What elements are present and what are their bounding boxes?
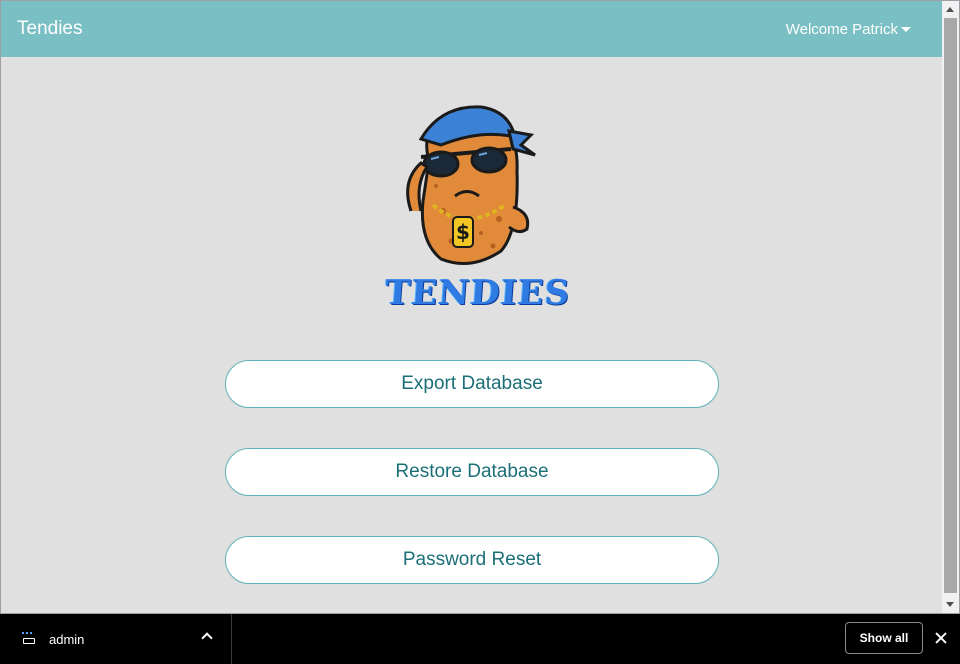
password-reset-button[interactable]: Password Reset (225, 536, 719, 584)
scrollbar-thumb[interactable] (944, 18, 957, 593)
browser-window: Tendies Welcome Patrick $ TENDIES Export… (0, 0, 960, 614)
download-file-name: admin (49, 632, 85, 647)
close-icon[interactable] (932, 629, 950, 647)
export-database-button[interactable]: Export Database (225, 360, 719, 408)
tendies-logo: $ TENDIES (381, 101, 572, 323)
show-all-button[interactable]: Show all (845, 622, 923, 654)
top-navbar: Tendies Welcome Patrick (1, 1, 943, 57)
main-content: $ TENDIES Export Database Restore Databa… (1, 57, 943, 613)
logo-wordmark: TENDIES (383, 273, 572, 313)
scroll-down-arrow-icon[interactable] (946, 602, 954, 607)
user-menu-dropdown[interactable]: Welcome Patrick (786, 21, 911, 38)
download-shelf: admin Show all (0, 614, 960, 664)
navbar-brand[interactable]: Tendies (17, 18, 83, 40)
user-menu-label: Welcome Patrick (785, 20, 898, 38)
file-icon (20, 632, 36, 646)
download-item[interactable]: admin (0, 614, 232, 664)
caret-down-icon (901, 26, 911, 32)
tendies-mascot-icon: $ (406, 105, 536, 265)
svg-text:$: $ (456, 220, 470, 244)
vertical-scrollbar[interactable] (942, 1, 959, 613)
chevron-up-icon[interactable] (201, 632, 213, 644)
scroll-up-arrow-icon[interactable] (946, 7, 954, 12)
restore-database-button[interactable]: Restore Database (225, 448, 719, 496)
